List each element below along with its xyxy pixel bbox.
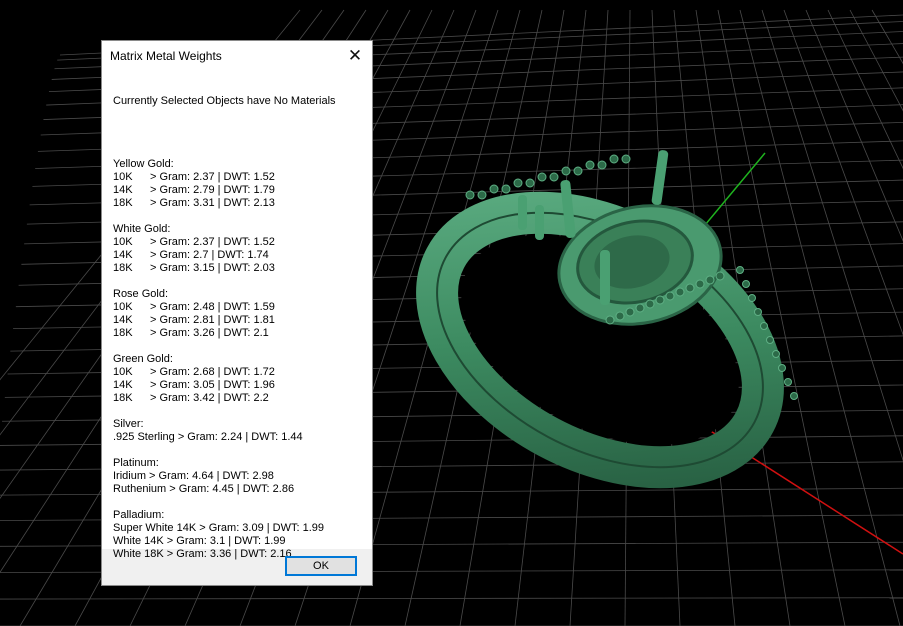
metal-group-title: Platinum: bbox=[113, 457, 159, 469]
metal-group: Rose Gold: 10K > Gram: 2.48 | DWT: 1.59 14… bbox=[113, 288, 275, 340]
weight-row: 18K > Gram: 3.31 | DWT: 2.13 bbox=[113, 197, 275, 210]
weight-value: Iridium > Gram: 4.64 | DWT: 2.98 bbox=[113, 470, 274, 482]
weight-row: 10K > Gram: 2.48 | DWT: 1.59 bbox=[113, 301, 275, 314]
weight-value: > Gram: 2.48 | DWT: 1.59 bbox=[147, 301, 275, 313]
karat-label: 14K bbox=[113, 184, 133, 196]
weight-value: > Gram: 2.37 | DWT: 1.52 bbox=[147, 171, 275, 183]
weight-row: 18K > Gram: 3.15 | DWT: 2.03 bbox=[113, 262, 275, 275]
weight-row: Ruthenium > Gram: 4.45 | DWT: 2.86 bbox=[113, 483, 294, 496]
karat-label: 18K bbox=[113, 262, 133, 274]
weight-value: > Gram: 2.7 | DWT: 1.74 bbox=[147, 249, 269, 261]
weight-value: > Gram: 3.05 | DWT: 1.96 bbox=[147, 379, 275, 391]
close-icon[interactable]: ✕ bbox=[338, 41, 372, 71]
weight-value: > Gram: 3.42 | DWT: 2.2 bbox=[147, 392, 269, 404]
weight-value: .925 Sterling > Gram: 2.24 | DWT: 1.44 bbox=[113, 431, 303, 443]
karat-label: 18K bbox=[113, 392, 133, 404]
weight-row: .925 Sterling > Gram: 2.24 | DWT: 1.44 bbox=[113, 431, 303, 444]
weight-value: > Gram: 3.15 | DWT: 2.03 bbox=[147, 262, 275, 274]
karat-label: 14K bbox=[113, 314, 133, 326]
weight-value: White 18K > Gram: 3.36 | DWT: 2.16 bbox=[113, 548, 292, 560]
weight-row: 14K > Gram: 2.79 | DWT: 1.79 bbox=[113, 184, 275, 197]
weight-row: 14K > Gram: 2.81 | DWT: 1.81 bbox=[113, 314, 275, 327]
karat-label: 14K bbox=[113, 379, 133, 391]
weight-row: 14K > Gram: 2.7 | DWT: 1.74 bbox=[113, 249, 275, 262]
title-bar[interactable]: Matrix Metal Weights ✕ bbox=[102, 41, 372, 71]
ok-button[interactable]: OK bbox=[285, 556, 357, 576]
karat-label: 10K bbox=[113, 301, 133, 313]
metal-group: Palladium: Super White 14K > Gram: 3.09 |… bbox=[113, 509, 324, 561]
weight-row: Super White 14K > Gram: 3.09 | DWT: 1.99 bbox=[113, 522, 324, 535]
weight-value: > Gram: 3.31 | DWT: 2.13 bbox=[147, 197, 275, 209]
weight-value: > Gram: 2.37 | DWT: 1.52 bbox=[147, 236, 275, 248]
metal-group-title: Yellow Gold: bbox=[113, 158, 174, 170]
weight-row: 14K > Gram: 3.05 | DWT: 1.96 bbox=[113, 379, 275, 392]
weight-value: > Gram: 3.26 | DWT: 2.1 bbox=[147, 327, 269, 339]
metal-group-title: White Gold: bbox=[113, 223, 171, 235]
metal-group-title: Rose Gold: bbox=[113, 288, 169, 300]
weight-row: 10K > Gram: 2.68 | DWT: 1.72 bbox=[113, 366, 275, 379]
karat-label: 10K bbox=[113, 171, 133, 183]
weight-row: White 14K > Gram: 3.1 | DWT: 1.99 bbox=[113, 535, 324, 548]
metal-group: Green Gold: 10K > Gram: 2.68 | DWT: 1.72 1… bbox=[113, 353, 275, 405]
weight-value: Super White 14K > Gram: 3.09 | DWT: 1.99 bbox=[113, 522, 325, 534]
karat-label: 18K bbox=[113, 327, 133, 339]
metal-weights-dialog: Matrix Metal Weights ✕ Currently Selecte… bbox=[101, 40, 373, 586]
dialog-content: Currently Selected Objects have No Mater… bbox=[102, 71, 372, 560]
weight-value: Ruthenium > Gram: 4.45 | DWT: 2.86 bbox=[113, 483, 295, 495]
karat-label: 10K bbox=[113, 236, 133, 248]
weight-row: 10K > Gram: 2.37 | DWT: 1.52 bbox=[113, 236, 275, 249]
metal-group: Yellow Gold: 10K > Gram: 2.37 | DWT: 1.52… bbox=[113, 158, 275, 210]
metal-group-title: Green Gold: bbox=[113, 353, 173, 365]
metal-group: White Gold: 10K > Gram: 2.37 | DWT: 1.52 1… bbox=[113, 223, 275, 275]
karat-label: 14K bbox=[113, 249, 133, 261]
metal-group-title: Palladium: bbox=[113, 509, 165, 521]
metal-group: Silver: .925 Sterling > Gram: 2.24 | DWT:… bbox=[113, 418, 303, 444]
karat-label: 10K bbox=[113, 366, 133, 378]
weight-row: Iridium > Gram: 4.64 | DWT: 2.98 bbox=[113, 470, 294, 483]
weight-value: > Gram: 2.79 | DWT: 1.79 bbox=[147, 184, 275, 196]
selection-status: Currently Selected Objects have No Mater… bbox=[113, 95, 336, 107]
karat-label: 18K bbox=[113, 197, 133, 209]
weight-value: White 14K > Gram: 3.1 | DWT: 1.99 bbox=[113, 535, 286, 547]
weight-value: > Gram: 2.81 | DWT: 1.81 bbox=[147, 314, 275, 326]
weight-row: 10K > Gram: 2.37 | DWT: 1.52 bbox=[113, 171, 275, 184]
weight-row: 18K > Gram: 3.26 | DWT: 2.1 bbox=[113, 327, 275, 340]
metal-group: Platinum: Iridium > Gram: 4.64 | DWT: 2.9… bbox=[113, 457, 294, 496]
weight-value: > Gram: 2.68 | DWT: 1.72 bbox=[147, 366, 275, 378]
dialog-title: Matrix Metal Weights bbox=[110, 49, 222, 63]
weight-row: 18K > Gram: 3.42 | DWT: 2.2 bbox=[113, 392, 275, 405]
metal-group-title: Silver: bbox=[113, 418, 144, 430]
